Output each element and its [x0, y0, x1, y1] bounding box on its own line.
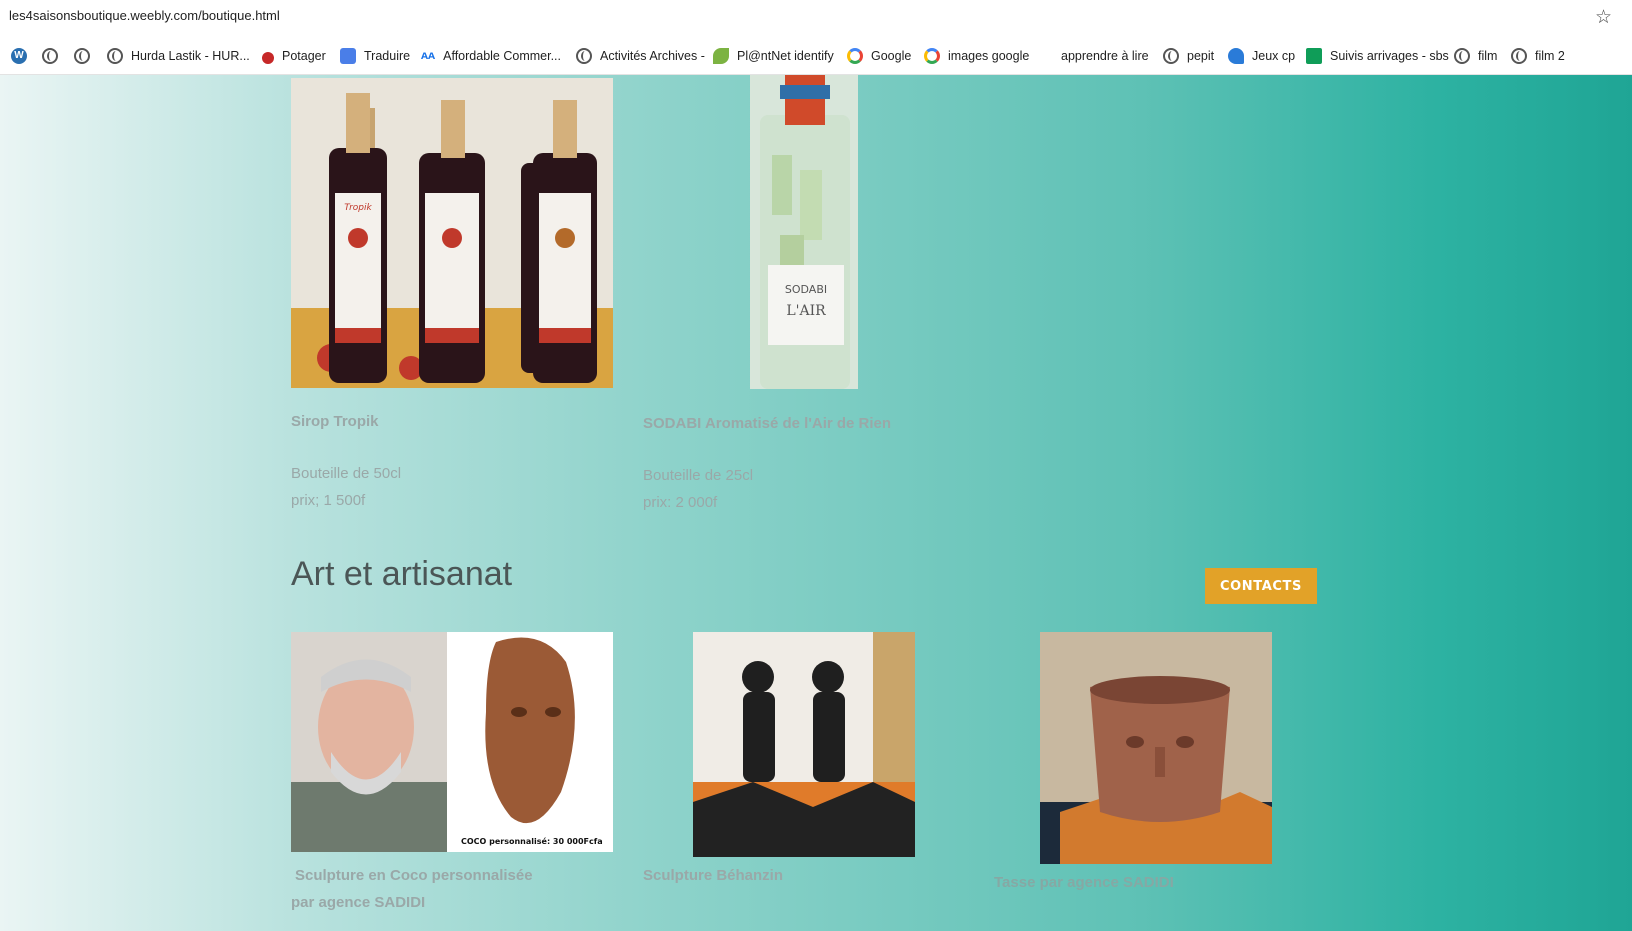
contacts-button[interactable]: CONTACTS — [1205, 568, 1317, 604]
bookmark-label: pepit — [1187, 49, 1215, 63]
coco-image-caption: COCO personnalisé: 30 000Fcfa — [461, 836, 603, 846]
address-bar[interactable]: les4saisonsboutique.weebly.com/boutique.… — [0, 0, 1632, 36]
sodabi-price: prix: 2 000f — [643, 494, 718, 511]
bookmark-label: film 2 — [1535, 49, 1565, 63]
bookmark-jeux-cp[interactable]: Jeux cp — [1228, 46, 1295, 66]
bookmark-activites-archives[interactable]: Activités Archives - — [576, 46, 705, 66]
coco-title-line-1: Sculpture en Coco personnalisée — [295, 867, 533, 884]
globe-icon — [107, 48, 123, 64]
behanzin-sculpture-image[interactable] — [693, 632, 915, 857]
behanzin-title[interactable]: Sculpture Béhanzin — [643, 867, 783, 884]
bookmark-traduire[interactable]: Traduire — [340, 46, 410, 66]
sirop-tropik-image[interactable]: Tropik — [291, 78, 613, 388]
bookmark-hurda-lastik[interactable]: Hurda Lastik - HUR... — [107, 46, 250, 66]
plant-icon — [713, 48, 729, 64]
sirop-tropik-price: prix; 1 500f — [291, 492, 366, 509]
wordpress-icon: W — [11, 48, 27, 64]
bookmark-globe-1[interactable] — [42, 46, 66, 66]
google-icon — [847, 48, 863, 64]
sirop-tropik-size: Bouteille de 50cl — [291, 465, 402, 482]
aa-icon: ᴀᴀ — [421, 48, 436, 62]
svg-text:L'AIR: L'AIR — [786, 303, 826, 319]
sodabi-title[interactable]: SODABI Aromatisé de l'Air de Rien — [643, 415, 891, 432]
sodabi-image[interactable]: SODABI L'AIR — [750, 75, 858, 389]
sheets-icon — [1306, 48, 1322, 64]
coco-sculpture-title[interactable]: Sculpture en Coco personnalisée par agen… — [291, 862, 533, 916]
globe-icon — [1454, 48, 1470, 64]
bookmark-label: Jeux cp — [1252, 49, 1296, 63]
bookmark-star-icon[interactable]: ☆ — [1595, 6, 1612, 28]
bookmark-label: Hurda Lastik - HUR... — [131, 49, 250, 63]
boutique-page: Tropik SODABI L'AIR Sirop Tropik Bouteil… — [0, 75, 1632, 931]
bookmark-label: film — [1478, 49, 1498, 63]
svg-text:SODABI: SODABI — [785, 283, 827, 296]
bookmark-film[interactable]: film — [1454, 46, 1497, 66]
section-heading: Art et artisanat — [291, 555, 513, 593]
bookmark-suivis-arrivages[interactable]: Suivis arrivages - sbs — [1306, 46, 1449, 66]
globe-icon — [576, 48, 592, 64]
url-text[interactable]: les4saisonsboutique.weebly.com/boutique.… — [9, 8, 280, 23]
globe-icon — [42, 48, 58, 64]
dolphin-icon — [1228, 48, 1244, 64]
bookmark-apprendre-a-lire[interactable]: apprendre à lire — [1061, 46, 1149, 66]
bookmark-label: Google — [871, 49, 912, 63]
bookmark-images-google[interactable]: images google — [924, 46, 1029, 66]
bookmarks-bar: W Hurda Lastik - HUR... Potager Traduire… — [0, 36, 1632, 75]
bookmark-label: Activités Archives - — [600, 49, 705, 63]
bookmark-label: images google — [948, 49, 1030, 63]
coco-title-line-2: par agence SADIDI — [291, 894, 426, 911]
globe-icon — [1163, 48, 1179, 64]
bookmark-globe-2[interactable] — [74, 46, 98, 66]
sodabi-size: Bouteille de 25cl — [643, 467, 754, 484]
google-icon — [924, 48, 940, 64]
globe-icon — [74, 48, 90, 64]
bookmark-label: Suivis arrivages - sbs — [1330, 49, 1449, 63]
globe-icon — [1511, 48, 1527, 64]
sirop-tropik-title[interactable]: Sirop Tropik — [291, 413, 379, 430]
bookmark-label: Pl@ntNet identify — [737, 49, 834, 63]
bookmark-label: Traduire — [364, 49, 411, 63]
bookmark-potager[interactable]: Potager — [262, 46, 326, 66]
bookmark-pepit[interactable]: pepit — [1163, 46, 1214, 66]
tasse-image[interactable] — [1040, 632, 1272, 864]
tropik-label: Tropik — [344, 203, 372, 213]
bookmark-affordable-commer[interactable]: ᴀᴀ Affordable Commer... — [421, 46, 561, 66]
bookmark-plantnet[interactable]: Pl@ntNet identify — [713, 46, 834, 66]
coco-sculpture-image[interactable]: COCO personnalisé: 30 000Fcfa — [291, 632, 613, 852]
cherry-icon — [262, 52, 274, 64]
bookmark-label: apprendre à lire — [1061, 49, 1149, 63]
google-translate-icon — [340, 48, 356, 64]
bookmark-google[interactable]: Google — [847, 46, 911, 66]
bookmark-film-2[interactable]: film 2 — [1511, 46, 1565, 66]
bookmark-wordpress[interactable]: W — [11, 46, 35, 66]
bookmark-label: Affordable Commer... — [443, 49, 562, 63]
tasse-title[interactable]: Tasse par agence SADIDI — [994, 874, 1174, 891]
bookmark-label: Potager — [282, 49, 326, 63]
